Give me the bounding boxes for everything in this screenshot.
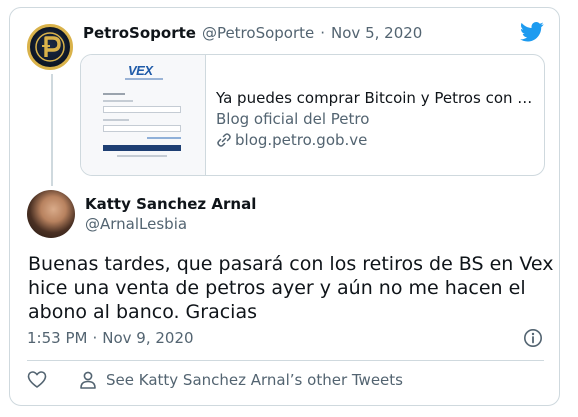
info-icon[interactable] — [523, 328, 543, 348]
link-icon — [217, 133, 231, 147]
tweet-embed-card: PetroSoporte @PetroSoporte · Nov 5, 2020… — [9, 7, 560, 406]
parent-tweet[interactable]: PetroSoporte @PetroSoporte · Nov 5, 2020… — [10, 8, 559, 190]
form-button — [103, 145, 181, 151]
form-heading-line — [103, 93, 125, 95]
main-author-name[interactable]: Katty Sanchez Arnal — [85, 195, 256, 213]
link-card-title: Ya puedes comprar Bitcoin y Petros con t… — [216, 89, 536, 107]
heart-icon[interactable] — [27, 370, 47, 390]
person-icon[interactable] — [78, 370, 98, 390]
tweet-actions: See Katty Sanchez Arnal’s other Tweets — [27, 370, 403, 390]
see-other-tweets-link[interactable]: See Katty Sanchez Arnal’s other Tweets — [106, 371, 403, 389]
thumbnail-login-form — [103, 93, 183, 159]
main-author-handle[interactable]: @ArnalLesbia — [85, 215, 256, 233]
main-tweet-header: Katty Sanchez Arnal @ArnalLesbia — [85, 195, 256, 233]
parent-tweet-date[interactable]: Nov 5, 2020 — [331, 24, 422, 42]
vex-logo: VEX — [128, 63, 153, 78]
form-link-line — [147, 137, 181, 139]
parent-author-handle[interactable]: @PetroSoporte — [202, 24, 314, 42]
twitter-bird-icon[interactable] — [520, 22, 544, 42]
tweet-timestamp[interactable]: 1:53 PM · Nov 9, 2020 — [27, 329, 194, 347]
form-label-line — [103, 100, 133, 102]
tweet-date: Nov 9, 2020 — [102, 329, 194, 347]
tweet-text: Buenas tardes, que pasará con los retiro… — [28, 253, 554, 323]
link-card-text: Ya puedes comprar Bitcoin y Petros con t… — [206, 55, 544, 175]
petro-logo-icon — [35, 32, 65, 62]
form-input-box — [103, 125, 181, 132]
link-card-description: Blog oficial del Petro — [216, 110, 370, 128]
link-card-domain-row: blog.petro.gob.ve — [216, 131, 544, 149]
form-footer-line — [117, 155, 167, 157]
thread-line — [51, 74, 53, 186]
parent-author-name[interactable]: PetroSoporte — [83, 24, 196, 42]
meta-separator: · — [92, 329, 98, 347]
tweet-time: 1:53 PM — [27, 329, 88, 347]
petro-avatar[interactable] — [27, 24, 73, 70]
link-thumbnail: VEX — [81, 55, 206, 175]
header-separator: · — [320, 24, 326, 42]
link-card-domain: blog.petro.gob.ve — [235, 131, 368, 149]
link-preview-card[interactable]: VEX Ya puedes comprar Bitcoin y Petros c… — [80, 54, 545, 176]
form-label-line — [103, 119, 129, 121]
divider — [27, 360, 544, 361]
parent-tweet-header: PetroSoporte @PetroSoporte · Nov 5, 2020 — [83, 22, 422, 44]
katty-avatar[interactable] — [27, 190, 75, 238]
logo-underline — [125, 78, 163, 80]
form-input-box — [103, 106, 181, 113]
